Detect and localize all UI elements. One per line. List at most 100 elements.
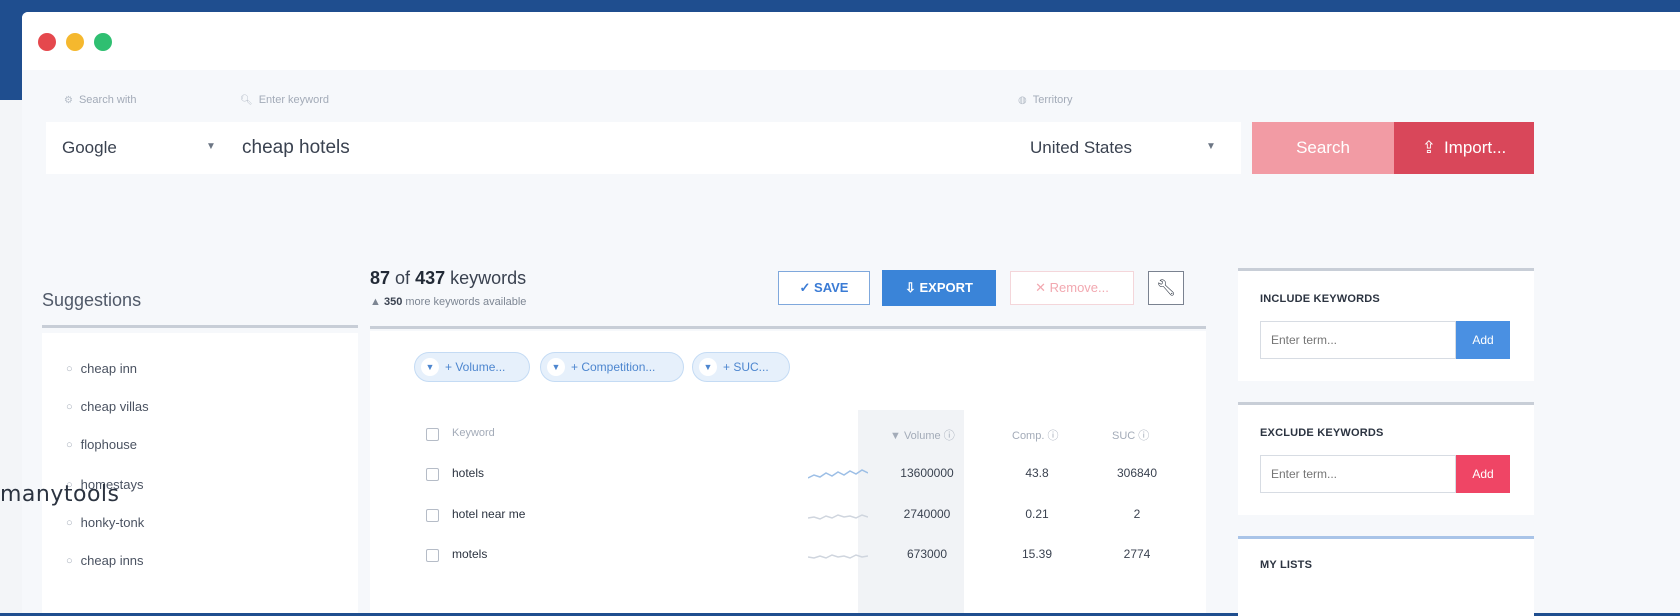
- include-keywords-card: INCLUDE KEYWORDS Add: [1238, 268, 1534, 381]
- include-add-button[interactable]: Add: [1456, 321, 1510, 359]
- of-word: of: [395, 268, 411, 288]
- row-volume: 2740000: [903, 507, 951, 521]
- row-volume: 673000: [906, 547, 948, 561]
- keyword-field-label: 🔍︎ Enter keyword: [240, 94, 329, 106]
- row-volume: 13600000: [900, 466, 954, 480]
- save-button[interactable]: ✓ SAVE: [778, 271, 870, 305]
- exclude-term-input[interactable]: [1260, 455, 1456, 493]
- lock-icon: ▲: [370, 296, 381, 308]
- export-button[interactable]: ⇩ EXPORT: [882, 270, 996, 306]
- suggestion-item[interactable]: ○ flophouse: [66, 437, 137, 452]
- globe-icon: ◍: [1018, 94, 1027, 106]
- country-select[interactable]: United States ▼: [1006, 122, 1241, 174]
- chevron-down-icon: ▼: [206, 141, 216, 152]
- filter-label: + Volume...: [445, 360, 506, 374]
- more-keywords-note[interactable]: ▲ 350 more keywords available: [370, 296, 526, 308]
- keywords-word: keywords: [450, 268, 527, 288]
- info-icon: ⓘ: [1044, 430, 1059, 442]
- info-icon: ⓘ: [1135, 430, 1150, 442]
- include-term-input[interactable]: [1260, 321, 1456, 359]
- upload-icon: ⇪: [1421, 138, 1436, 157]
- desktop-top-band: [0, 0, 1680, 12]
- volume-header-label: Volume: [903, 430, 941, 442]
- suggestion-label: cheap inn: [80, 361, 138, 376]
- comp-column-header[interactable]: Comp. ⓘ: [1012, 427, 1058, 443]
- territory-label-text: Territory: [1032, 94, 1073, 106]
- row-suc: 306840: [1116, 466, 1158, 480]
- territory-field-label: ◍ Territory: [1018, 94, 1072, 106]
- suc-column-header[interactable]: SUC ⓘ: [1112, 427, 1149, 443]
- volume-column-header[interactable]: ▼ Volume ⓘ: [890, 427, 955, 443]
- suggestion-item[interactable]: ○ cheap inns: [66, 553, 144, 568]
- row-checkbox[interactable]: [426, 549, 439, 562]
- exclude-keywords-title: EXCLUDE KEYWORDS: [1260, 427, 1384, 439]
- table-divider: [370, 326, 1206, 329]
- row-keyword: motels: [452, 547, 488, 561]
- download-icon: ⇩: [905, 280, 920, 295]
- sort-desc-icon: ▼: [890, 430, 904, 442]
- suggestion-item[interactable]: ○ cheap villas: [66, 399, 149, 414]
- search-icon: ○: [66, 516, 73, 529]
- exclude-add-button[interactable]: Add: [1456, 455, 1510, 493]
- suggestion-item[interactable]: ○ honky-tonk: [66, 515, 144, 530]
- row-suc: 2774: [1123, 547, 1151, 561]
- my-lists-title: MY LISTS: [1260, 559, 1313, 571]
- suggestion-label: honky-tonk: [80, 515, 145, 530]
- info-icon: ⓘ: [940, 430, 955, 442]
- results-count: 87 of 437 keywords: [370, 268, 526, 289]
- search-button[interactable]: Search: [1252, 122, 1394, 174]
- import-button[interactable]: ⇪ Import...: [1394, 122, 1534, 174]
- engine-select-value: Google: [62, 138, 117, 157]
- window-titlebar: [22, 12, 1680, 70]
- include-keywords-title: INCLUDE KEYWORDS: [1260, 293, 1380, 305]
- suggestion-label: cheap inns: [80, 553, 144, 568]
- filter-icon: ▼: [699, 358, 717, 376]
- row-comp: 15.39: [1021, 547, 1053, 561]
- search-icon: 🔍︎: [240, 94, 253, 106]
- row-checkbox[interactable]: [426, 509, 439, 522]
- trend-sparkline: [808, 514, 868, 520]
- exclude-keywords-card: EXCLUDE KEYWORDS Add: [1238, 402, 1534, 515]
- import-button-label: Import...: [1443, 138, 1507, 157]
- country-select-value: United States: [1030, 138, 1133, 157]
- suggestions-title: Suggestions: [42, 290, 142, 310]
- desktop-left-strip: [0, 100, 22, 613]
- export-label: EXPORT: [919, 280, 973, 295]
- maximize-window-button[interactable]: [94, 33, 112, 51]
- engine-select[interactable]: Google ▼: [46, 122, 226, 174]
- keyword-label-text: Enter keyword: [258, 94, 330, 106]
- watermark-logo: manytools: [0, 482, 120, 507]
- settings-icon: ⚙: [64, 94, 73, 106]
- filter-label: + SUC...: [723, 360, 769, 374]
- trend-sparkline: [808, 469, 868, 479]
- more-text: more keywords available: [405, 296, 527, 308]
- trend-sparkline: [808, 554, 868, 559]
- close-icon: ✕: [1035, 280, 1050, 295]
- keyword-column-header[interactable]: Keyword: [452, 427, 495, 439]
- remove-label: Remove...: [1049, 280, 1109, 295]
- select-all-checkbox[interactable]: [426, 428, 439, 441]
- search-icon: ○: [66, 400, 73, 413]
- competition-filter-chip[interactable]: ▼ + Competition...: [540, 352, 684, 382]
- search-icon: ○: [66, 554, 73, 567]
- suc-header-label: SUC: [1112, 430, 1136, 442]
- suggestion-item[interactable]: ○ cheap inn: [66, 361, 137, 376]
- minimize-window-button[interactable]: [66, 33, 84, 51]
- filter-icon: ▼: [421, 358, 439, 376]
- suc-filter-chip[interactable]: ▼ + SUC...: [692, 352, 790, 382]
- keyword-input[interactable]: [234, 122, 994, 174]
- chevron-down-icon: ▼: [1206, 141, 1216, 152]
- shown-count: 87: [370, 268, 391, 288]
- row-comp: 0.21: [1025, 507, 1049, 521]
- volume-filter-chip[interactable]: ▼ + Volume...: [414, 352, 530, 382]
- check-icon: ✓: [799, 280, 815, 295]
- remove-button[interactable]: ✕ Remove...: [1010, 271, 1134, 305]
- suggestions-divider: [42, 325, 358, 328]
- total-count: 437: [415, 268, 446, 288]
- row-checkbox[interactable]: [426, 468, 439, 481]
- save-label: SAVE: [814, 280, 849, 295]
- tools-button[interactable]: 🔧︎: [1148, 271, 1184, 305]
- search-icon: ○: [66, 438, 73, 451]
- suggestion-label: cheap villas: [80, 399, 149, 414]
- close-window-button[interactable]: [38, 33, 56, 51]
